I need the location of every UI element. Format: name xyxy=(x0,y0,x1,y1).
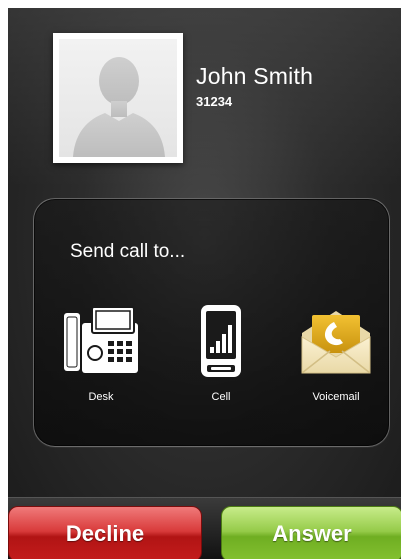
send-call-title: Send call to... xyxy=(70,241,186,262)
cell-phone-icon xyxy=(199,303,243,384)
desk-phone-icon xyxy=(62,303,140,380)
caller-avatar xyxy=(53,33,183,163)
decline-button[interactable]: Decline xyxy=(8,506,202,559)
answer-button[interactable]: Answer xyxy=(221,506,401,559)
send-to-voicemail-button[interactable]: Voicemail xyxy=(286,303,386,413)
incoming-call-screen: John Smith 31234 Send call to... Desk Ce… xyxy=(8,8,401,559)
voicemail-icon xyxy=(296,303,376,384)
caller-name: John Smith xyxy=(196,63,314,89)
call-action-bar: Decline Answer xyxy=(8,497,401,559)
send-call-panel: Send call to... Desk Cell Voicemail xyxy=(33,198,390,447)
send-to-desk-button[interactable]: Desk xyxy=(51,303,151,413)
avatar-placeholder-icon xyxy=(59,39,177,157)
caller-number: 31234 xyxy=(196,94,233,109)
desk-label: Desk xyxy=(88,391,114,403)
send-to-cell-button[interactable]: Cell xyxy=(171,303,271,413)
voicemail-label: Voicemail xyxy=(312,391,360,403)
cell-label: Cell xyxy=(211,391,231,403)
